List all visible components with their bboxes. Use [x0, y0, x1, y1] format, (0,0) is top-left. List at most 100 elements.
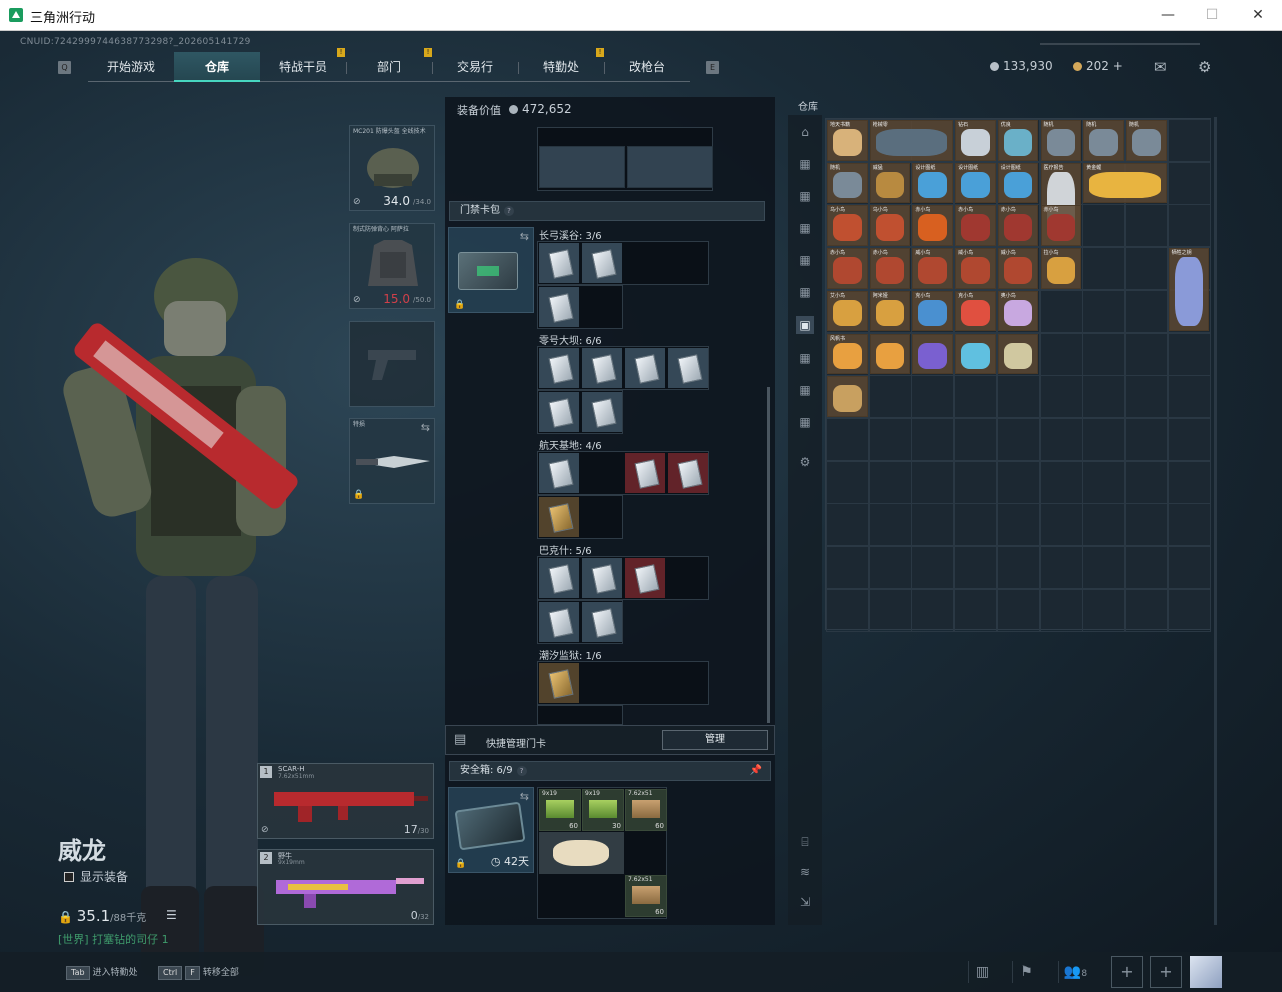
- warehouse-cell[interactable]: [954, 417, 998, 461]
- warehouse-cell[interactable]: [954, 460, 998, 504]
- warehouse-cell[interactable]: [1039, 375, 1083, 419]
- warehouse-cell[interactable]: [1082, 417, 1126, 461]
- warehouse-item[interactable]: 拉小鸟: [1040, 248, 1082, 289]
- swap-icon[interactable]: ⇆: [421, 421, 430, 434]
- keycard[interactable]: [625, 558, 665, 598]
- sort-icon[interactable]: ⌸: [796, 833, 814, 851]
- keycard[interactable]: [625, 348, 665, 388]
- warehouse-cell[interactable]: [1039, 417, 1083, 461]
- tab-hint[interactable]: Tab 进入特勤处: [66, 965, 138, 980]
- warehouse-cell[interactable]: [1039, 460, 1083, 504]
- warehouse-item[interactable]: [827, 376, 868, 417]
- warehouse-item[interactable]: 牺牲之钥: [1168, 248, 1210, 332]
- manage-button[interactable]: 管理: [662, 730, 768, 750]
- warehouse-item[interactable]: 钻石: [955, 120, 996, 161]
- warehouse-item[interactable]: 地天书籍: [827, 120, 868, 161]
- warehouse-cell[interactable]: [1167, 417, 1211, 461]
- category-weapons-icon[interactable]: ▦: [796, 155, 814, 173]
- warehouse-item[interactable]: 威小鸟: [912, 248, 954, 289]
- warehouse-item[interactable]: 赤小鸟: [955, 205, 996, 247]
- mail-icon[interactable]: ✉: [1154, 58, 1167, 76]
- warehouse-cell[interactable]: [1124, 289, 1168, 333]
- ammo-box[interactable]: 9x19 30: [582, 789, 624, 831]
- warehouse-item[interactable]: 乌小鸟: [869, 205, 911, 247]
- warehouse-item[interactable]: 风帆书: [827, 333, 868, 375]
- warehouse-cell[interactable]: [1167, 503, 1211, 547]
- category-ammo-icon[interactable]: ▦: [796, 187, 814, 205]
- warehouse-cell[interactable]: [996, 417, 1040, 461]
- ammo-box[interactable]: 7.62x51 60: [625, 875, 667, 917]
- keycard[interactable]: [582, 392, 622, 432]
- warehouse-cell[interactable]: [1082, 460, 1126, 504]
- tab-special-ops[interactable]: 特勤处: [518, 52, 604, 82]
- warehouse-item[interactable]: 赤小鸟: [869, 248, 911, 289]
- warehouse-cell[interactable]: [911, 546, 955, 589]
- warehouse-item[interactable]: [955, 333, 996, 375]
- keycard[interactable]: [582, 348, 622, 388]
- warehouse-cell[interactable]: [868, 375, 912, 419]
- warehouse-item[interactable]: 赤小鸟: [912, 205, 954, 247]
- category-all-icon[interactable]: ⌂: [796, 123, 814, 141]
- warehouse-cell[interactable]: [911, 503, 955, 547]
- warehouse-grid[interactable]: 地天书籍 枪械零 钻石 优良 随机 随机 随机 随机 威猛 设计图纸 设计图纸 设计图纸 医疗报告 黄金鲤…: [825, 118, 1211, 632]
- warehouse-item[interactable]: 威小鸟: [955, 248, 996, 289]
- warehouse-cell[interactable]: [1082, 332, 1126, 376]
- list-icon[interactable]: ☰: [166, 908, 177, 922]
- warehouse-scrollbar[interactable]: [1214, 117, 1217, 925]
- swap-icon[interactable]: ⇆: [520, 230, 529, 243]
- warehouse-item[interactable]: 设计图纸: [997, 162, 1039, 204]
- settings-gear-icon[interactable]: ⚙: [1198, 58, 1211, 76]
- warehouse-item[interactable]: 设计图纸: [955, 162, 996, 204]
- tab-start-game[interactable]: 开始游戏: [88, 52, 174, 82]
- checkbox[interactable]: [64, 872, 74, 882]
- warehouse-cell[interactable]: [868, 546, 912, 589]
- ammo-box[interactable]: 7.62x51 60: [625, 789, 667, 831]
- warehouse-item[interactable]: 艾小鸟: [827, 290, 868, 332]
- keycard[interactable]: [539, 348, 579, 388]
- tab-trading[interactable]: 交易行: [432, 52, 518, 82]
- safe-box-slot[interactable]: ⇆ 🔒 ◷ 42天: [448, 787, 534, 873]
- warehouse-cell[interactable]: [826, 503, 869, 547]
- tab-warehouse[interactable]: 仓库: [174, 52, 260, 82]
- rig-grid[interactable]: [537, 127, 713, 191]
- primary-weapon-slot[interactable]: 1 SCAR-H 7.62x51mm ⊘ 17/30: [257, 763, 434, 839]
- warehouse-cell[interactable]: [954, 546, 998, 589]
- warehouse-cell[interactable]: [826, 546, 869, 589]
- warehouse-cell[interactable]: [911, 460, 955, 504]
- world-chat-text[interactable]: [世界] 打塞钻的司仔 1: [58, 931, 169, 947]
- add-teammate-button[interactable]: +: [1111, 956, 1143, 988]
- warehouse-item[interactable]: [912, 333, 954, 375]
- warehouse-cell[interactable]: [1124, 417, 1168, 461]
- warehouse-cell[interactable]: [1082, 588, 1126, 632]
- warehouse-cell[interactable]: [996, 460, 1040, 504]
- warehouse-cell[interactable]: [826, 588, 869, 632]
- warehouse-cell[interactable]: [954, 503, 998, 547]
- cloth-item[interactable]: [539, 832, 624, 874]
- warehouse-cell[interactable]: [1124, 588, 1168, 632]
- warehouse-cell[interactable]: [1124, 546, 1168, 589]
- warehouse-cell[interactable]: [1039, 503, 1083, 547]
- warehouse-cell[interactable]: [1082, 247, 1126, 291]
- category-helmet-icon[interactable]: ▦: [796, 251, 814, 269]
- warehouse-cell[interactable]: [826, 460, 869, 504]
- keycard-pack-slot[interactable]: ⇆ 🔒: [448, 227, 534, 313]
- warehouse-cell[interactable]: [1082, 503, 1126, 547]
- warehouse-cell[interactable]: [1167, 161, 1211, 205]
- warehouse-item[interactable]: 克小鸟: [955, 290, 996, 332]
- warehouse-cell[interactable]: [996, 546, 1040, 589]
- pin-icon[interactable]: 📌: [750, 762, 762, 780]
- warehouse-item[interactable]: 赤小鸟: [1040, 205, 1082, 247]
- swap-icon[interactable]: ⇆: [520, 790, 529, 803]
- category-collectibles-icon[interactable]: ▣: [796, 316, 814, 334]
- warehouse-cell[interactable]: [1167, 332, 1211, 376]
- keycard[interactable]: [582, 602, 622, 642]
- warehouse-cell[interactable]: [996, 375, 1040, 419]
- warehouse-cell[interactable]: [1124, 460, 1168, 504]
- category-meds-icon[interactable]: ▦: [796, 381, 814, 399]
- category-armor-icon[interactable]: ▦: [796, 219, 814, 237]
- close-button[interactable]: ✕: [1246, 4, 1270, 26]
- add-teammate-button[interactable]: +: [1150, 956, 1182, 988]
- warehouse-cell[interactable]: [1124, 375, 1168, 419]
- helmet-slot[interactable]: MC201 防爆头盔 全线技术 ⊘ 34.0 /34.0: [349, 125, 435, 211]
- help-icon[interactable]: ?: [504, 206, 514, 216]
